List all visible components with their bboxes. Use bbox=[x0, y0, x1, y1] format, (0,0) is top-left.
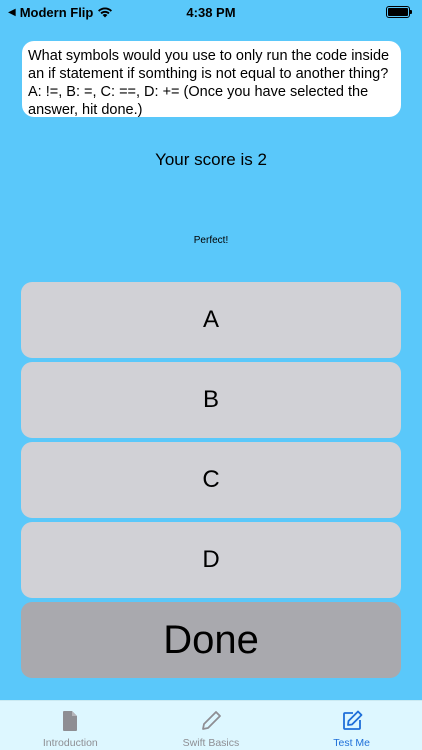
answer-list: A B C D Done bbox=[21, 282, 401, 678]
done-button[interactable]: Done bbox=[21, 602, 401, 678]
answer-b-button[interactable]: B bbox=[21, 362, 401, 438]
answer-c-button[interactable]: C bbox=[21, 442, 401, 518]
status-bar: ◀ Modern Flip 4:38 PM bbox=[0, 0, 422, 24]
answer-a-button[interactable]: A bbox=[21, 282, 401, 358]
document-icon bbox=[63, 711, 78, 731]
tab-bar: Introduction Swift Basics Test Me bbox=[0, 700, 422, 750]
answer-d-button[interactable]: D bbox=[21, 522, 401, 598]
back-app-label: Modern Flip bbox=[19, 4, 94, 20]
feedback-label: Perfect! bbox=[193, 235, 229, 246]
tab-swift-basics[interactable]: Swift Basics bbox=[141, 701, 281, 749]
tab-introduction[interactable]: Introduction bbox=[0, 701, 140, 749]
score-label: Your score is 2 bbox=[155, 150, 267, 169]
tab-test-me-label: Test Me bbox=[333, 737, 371, 749]
compose-icon bbox=[342, 710, 363, 730]
tab-swift-basics-label: Swift Basics bbox=[182, 737, 240, 749]
tab-test-me[interactable]: Test Me bbox=[282, 701, 422, 749]
tab-introduction-label: Introduction bbox=[42, 737, 98, 749]
question-text: What symbols would you use to only run t… bbox=[22, 41, 401, 118]
back-caret-icon: ◀ bbox=[8, 6, 16, 18]
status-back-link[interactable]: ◀ Modern Flip bbox=[8, 5, 148, 20]
battery-icon bbox=[386, 6, 412, 18]
wifi-icon bbox=[97, 6, 113, 18]
pencil-icon bbox=[202, 711, 221, 730]
